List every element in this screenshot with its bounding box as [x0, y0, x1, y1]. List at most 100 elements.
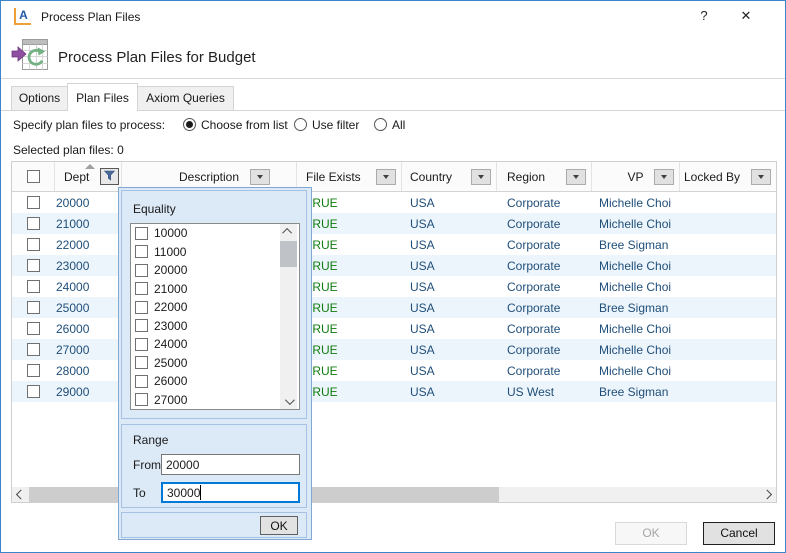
chevron-up-icon: [282, 228, 292, 238]
country-cell: USA: [402, 381, 497, 402]
radio-all-label[interactable]: All: [392, 118, 405, 132]
column-header-vp[interactable]: VP: [592, 162, 680, 191]
dept-cell: 25000: [55, 297, 122, 318]
filter-value-item[interactable]: 20000: [131, 261, 299, 280]
dept-cell: 29000: [55, 381, 122, 402]
country-filter-button[interactable]: [471, 169, 491, 185]
region-filter-button[interactable]: [566, 169, 586, 185]
tab-axiom-queries[interactable]: Axiom Queries: [137, 86, 234, 111]
file-exists-filter-button[interactable]: [376, 169, 396, 185]
row-select-cell: [12, 381, 55, 402]
file-exists-cell: TRUE: [297, 360, 402, 381]
row-checkbox[interactable]: [27, 259, 40, 272]
vp-cell: Bree Sigman: [592, 381, 680, 402]
filter-value-item[interactable]: 11000: [131, 243, 299, 262]
row-checkbox[interactable]: [27, 301, 40, 314]
column-header-dept[interactable]: Dept: [55, 162, 122, 191]
filter-value-checkbox[interactable]: [135, 338, 148, 351]
locked-by-filter-button[interactable]: [751, 169, 771, 185]
filter-value-checkbox[interactable]: [135, 227, 148, 240]
filter-value-list: 10000 11000 20000 21000: [130, 223, 300, 410]
file-exists-cell: TRUE: [297, 381, 402, 402]
list-vertical-scrollbar[interactable]: [280, 224, 297, 409]
dept-filter-button[interactable]: [100, 168, 119, 185]
vertical-scroll-thumb[interactable]: [280, 241, 297, 267]
column-header-country[interactable]: Country: [402, 162, 497, 191]
filter-value-item[interactable]: 22000: [131, 298, 299, 317]
radio-choose-from-list-label[interactable]: Choose from list: [201, 118, 288, 132]
filter-value-checkbox[interactable]: [135, 375, 148, 388]
filter-value-checkbox[interactable]: [135, 319, 148, 332]
country-cell: USA: [402, 360, 497, 381]
scroll-left-button[interactable]: [12, 487, 27, 502]
filter-value-checkbox[interactable]: [135, 282, 148, 295]
vp-cell: Michelle Choi: [592, 318, 680, 339]
filter-value-item[interactable]: 10000: [131, 224, 299, 243]
tab-options[interactable]: Options: [11, 86, 68, 111]
help-button[interactable]: ?: [687, 4, 721, 28]
row-checkbox[interactable]: [27, 280, 40, 293]
column-label: File Exists: [306, 170, 361, 184]
chevron-down-icon: [383, 175, 389, 179]
window-title: Process Plan Files: [41, 10, 140, 24]
row-select-cell: [12, 318, 55, 339]
row-checkbox[interactable]: [27, 385, 40, 398]
sort-ascending-icon: [85, 164, 95, 169]
column-label: VP: [627, 170, 643, 184]
ok-button[interactable]: OK: [615, 522, 687, 545]
filter-value-checkbox[interactable]: [135, 393, 148, 406]
country-cell: USA: [402, 276, 497, 297]
scroll-up-button[interactable]: [280, 224, 297, 239]
cancel-button[interactable]: Cancel: [703, 522, 775, 545]
locked-by-cell: [680, 276, 776, 297]
filter-value-item[interactable]: 25000: [131, 354, 299, 373]
row-checkbox[interactable]: [27, 238, 40, 251]
locked-by-cell: [680, 318, 776, 339]
column-header-file-exists[interactable]: File Exists: [297, 162, 402, 191]
file-exists-cell: TRUE: [297, 339, 402, 360]
filter-value-item[interactable]: 21000: [131, 280, 299, 299]
to-input[interactable]: [161, 482, 300, 503]
radio-choose-from-list[interactable]: [183, 118, 196, 131]
row-select-cell: [12, 255, 55, 276]
column-label: Country: [410, 170, 452, 184]
from-input[interactable]: [161, 454, 300, 475]
dept-cell: 28000: [55, 360, 122, 381]
filter-value-item[interactable]: 23000: [131, 317, 299, 336]
column-header-region[interactable]: Region: [497, 162, 592, 191]
file-exists-cell: TRUE: [297, 318, 402, 339]
select-all-checkbox[interactable]: [27, 170, 40, 183]
filter-value-checkbox[interactable]: [135, 356, 148, 369]
filter-value-item[interactable]: 26000: [131, 372, 299, 391]
description-filter-button[interactable]: [250, 169, 270, 185]
filter-value-item[interactable]: 27000: [131, 391, 299, 410]
filter-value-checkbox[interactable]: [135, 264, 148, 277]
radio-use-filter-label[interactable]: Use filter: [312, 118, 359, 132]
row-checkbox[interactable]: [27, 364, 40, 377]
filter-value-label: 25000: [154, 356, 187, 370]
chevron-down-icon: [758, 175, 764, 179]
selected-plan-files-count: Selected plan files: 0: [13, 143, 124, 157]
filter-value-checkbox[interactable]: [135, 301, 148, 314]
locked-by-cell: [680, 339, 776, 360]
row-checkbox[interactable]: [27, 322, 40, 335]
dept-filter-popup: Equality 10000 11000 20000: [118, 187, 312, 540]
filter-ok-button[interactable]: OK: [260, 516, 298, 535]
tab-plan-files[interactable]: Plan Files: [67, 83, 138, 111]
column-header-select[interactable]: [12, 162, 55, 191]
row-checkbox[interactable]: [27, 196, 40, 209]
filter-value-item[interactable]: 24000: [131, 335, 299, 354]
column-header-locked-by[interactable]: Locked By: [680, 162, 776, 191]
vp-filter-button[interactable]: [654, 169, 674, 185]
file-exists-cell: TRUE: [297, 234, 402, 255]
row-checkbox[interactable]: [27, 217, 40, 230]
row-checkbox[interactable]: [27, 343, 40, 356]
filter-value-checkbox[interactable]: [135, 245, 148, 258]
close-button[interactable]: ✕: [729, 4, 763, 28]
filter-value-label: 22000: [154, 300, 187, 314]
filter-value-label: 21000: [154, 282, 187, 296]
scroll-down-button[interactable]: [280, 394, 297, 409]
radio-use-filter[interactable]: [294, 118, 307, 131]
radio-all[interactable]: [374, 118, 387, 131]
scroll-right-button[interactable]: [761, 487, 776, 502]
